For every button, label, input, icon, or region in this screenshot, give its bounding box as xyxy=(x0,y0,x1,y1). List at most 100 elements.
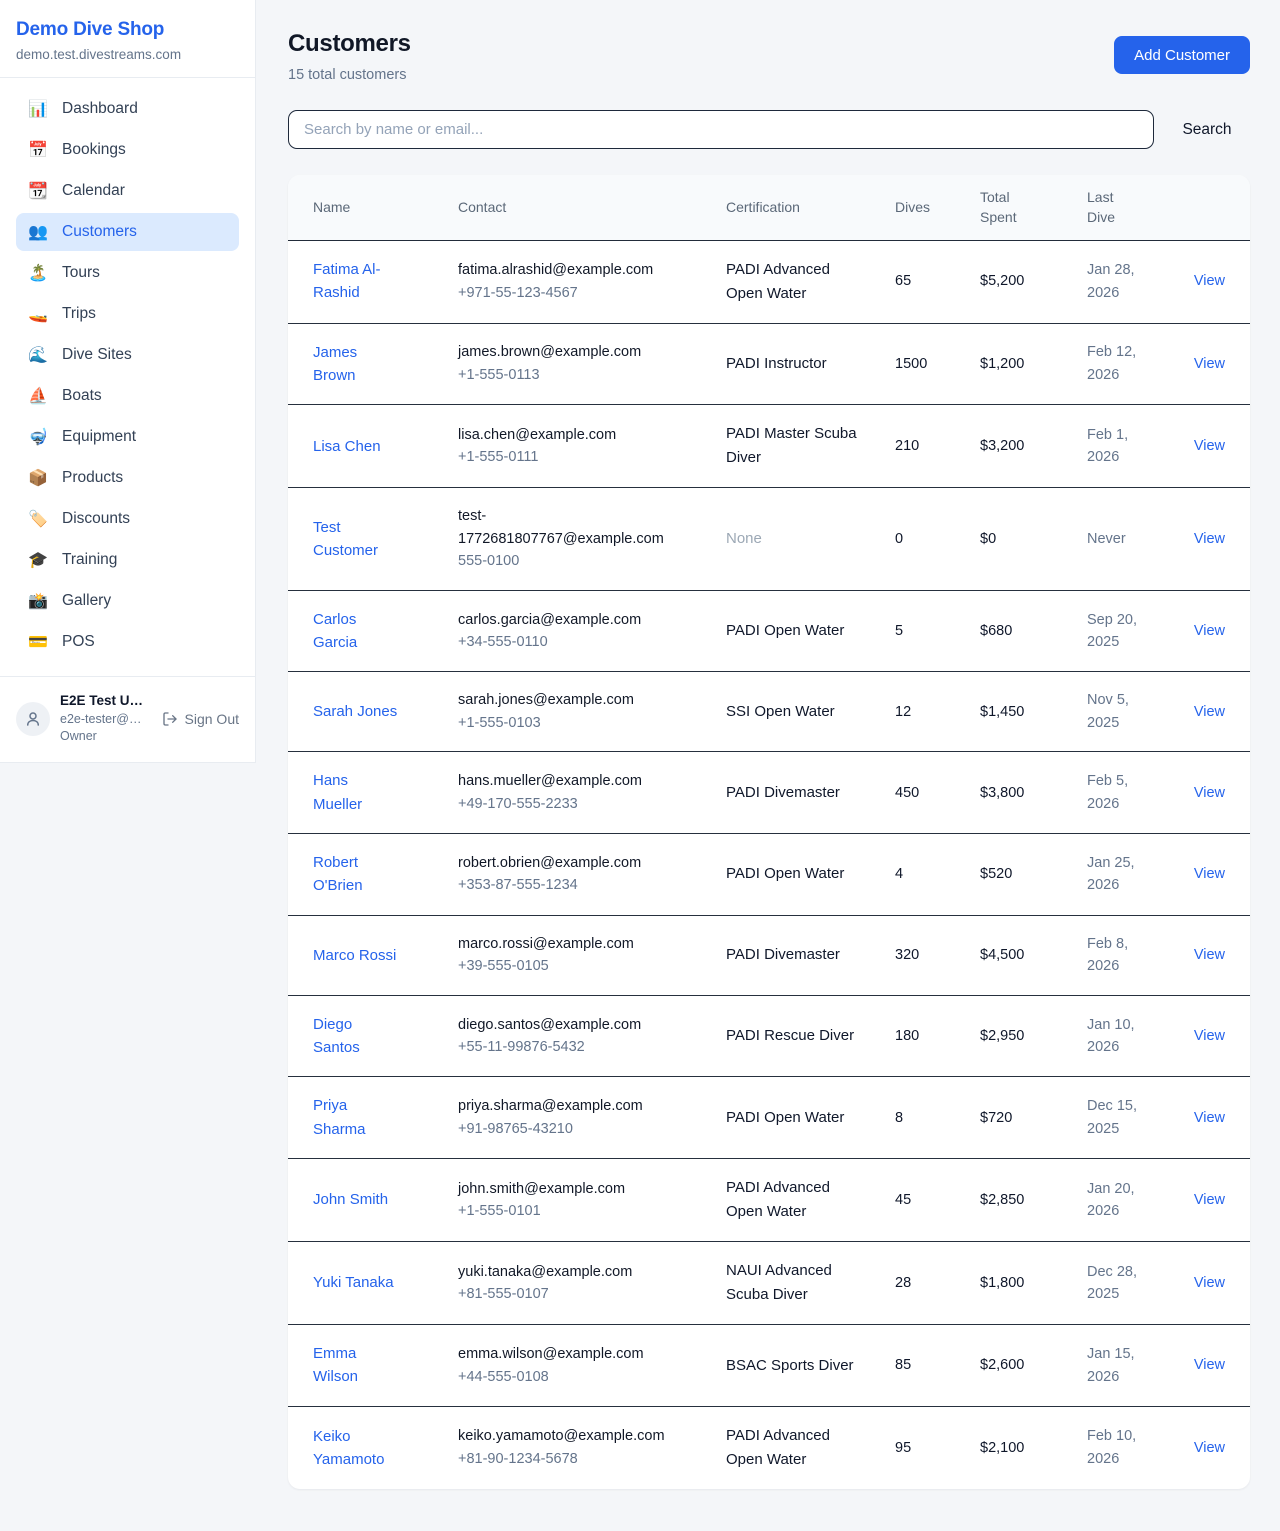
customer-name-link-diego-santos[interactable]: Diego Santos xyxy=(313,1013,401,1060)
nav-label: Products xyxy=(62,469,123,487)
view-link[interactable]: View xyxy=(1194,1275,1225,1291)
sidebar-item-calendar[interactable]: 📆 Calendar xyxy=(16,172,239,210)
customer-dives: 5 xyxy=(895,590,980,672)
user-role: Owner xyxy=(60,728,152,745)
nav-label: Boats xyxy=(62,387,102,405)
view-link[interactable]: View xyxy=(1194,531,1225,547)
nav-label: Training xyxy=(62,551,117,569)
nav-icon-trips: 🚤 xyxy=(28,304,48,324)
customer-name-link-hans-mueller[interactable]: Hans Mueller xyxy=(313,769,401,816)
view-link[interactable]: View xyxy=(1194,947,1225,963)
user-icon xyxy=(24,710,42,728)
customer-certification: PADI Open Water xyxy=(726,862,844,886)
customer-dives: 28 xyxy=(895,1242,980,1325)
customer-certification: PADI Advanced Open Water xyxy=(726,1176,857,1224)
customers-table-card: Name Contact Certification Dives Total S… xyxy=(288,175,1250,1489)
nav-label: Trips xyxy=(62,305,96,323)
customer-name-link-robert-o-brien[interactable]: Robert O'Brien xyxy=(313,851,401,898)
sidebar-item-customers[interactable]: 👥 Customers xyxy=(16,213,239,251)
customer-name-link-james-brown[interactable]: James Brown xyxy=(313,341,401,388)
customer-total-spent: $3,200 xyxy=(980,405,1087,488)
view-link[interactable]: View xyxy=(1194,704,1225,720)
search-input[interactable] xyxy=(288,110,1154,149)
table-row-carlos-garcia: Carlos Garcia carlos.garcia@example.com … xyxy=(288,590,1250,672)
nav-icon-discounts: 🏷️ xyxy=(28,509,48,529)
view-link[interactable]: View xyxy=(1194,1110,1225,1126)
customer-last-dive: Sep 20, 2025 xyxy=(1087,609,1141,654)
sidebar: Demo Dive Shop demo.test.divestreams.com… xyxy=(0,0,256,763)
nav-label: Gallery xyxy=(62,592,111,610)
customer-name-link-test-customer[interactable]: Test Customer xyxy=(313,516,401,563)
sidebar-item-trips[interactable]: 🚤 Trips xyxy=(16,295,239,333)
nav-label: Customers xyxy=(62,223,137,241)
table-row-keiko-yamamoto: Keiko Yamamoto keiko.yamamoto@example.co… xyxy=(288,1406,1250,1489)
sidebar-item-gallery[interactable]: 📸 Gallery xyxy=(16,582,239,620)
sign-out-button[interactable]: Sign Out xyxy=(162,711,239,727)
nav-label: Tours xyxy=(62,264,100,282)
customer-certification: PADI Divemaster xyxy=(726,781,840,805)
sidebar-item-tours[interactable]: 🏝️ Tours xyxy=(16,254,239,292)
customer-name-link-keiko-yamamoto[interactable]: Keiko Yamamoto xyxy=(313,1425,401,1472)
sidebar-item-boats[interactable]: ⛵ Boats xyxy=(16,377,239,415)
sidebar-item-products[interactable]: 📦 Products xyxy=(16,459,239,497)
view-link[interactable]: View xyxy=(1194,1028,1225,1044)
customer-name-link-john-smith[interactable]: John Smith xyxy=(313,1188,388,1211)
view-link[interactable]: View xyxy=(1194,1192,1225,1208)
customer-phone: +353-87-555-1234 xyxy=(458,874,686,896)
col-header-last-dive: Last Dive xyxy=(1087,175,1191,240)
view-link[interactable]: View xyxy=(1194,356,1225,372)
nav-icon-customers: 👥 xyxy=(28,222,48,242)
sidebar-item-discounts[interactable]: 🏷️ Discounts xyxy=(16,500,239,538)
customer-email: fatima.alrashid@example.com xyxy=(458,259,686,281)
col-header-actions xyxy=(1191,175,1250,240)
customer-name-link-sarah-jones[interactable]: Sarah Jones xyxy=(313,700,397,723)
sidebar-item-pos[interactable]: 💳 POS xyxy=(16,623,239,661)
customer-total-spent: $3,800 xyxy=(980,752,1087,834)
view-link[interactable]: View xyxy=(1194,785,1225,801)
sidebar-item-bookings[interactable]: 📅 Bookings xyxy=(16,131,239,169)
customer-dives: 210 xyxy=(895,405,980,488)
view-link[interactable]: View xyxy=(1194,438,1225,454)
col-header-contact: Contact xyxy=(458,175,726,240)
customer-total-spent: $2,600 xyxy=(980,1325,1087,1407)
customer-certification: None xyxy=(726,527,762,551)
customer-name-link-lisa-chen[interactable]: Lisa Chen xyxy=(313,435,381,458)
add-customer-button[interactable]: Add Customer xyxy=(1114,36,1250,74)
customer-last-dive: Nov 5, 2025 xyxy=(1087,689,1141,734)
customer-phone: +1-555-0101 xyxy=(458,1200,686,1222)
view-link[interactable]: View xyxy=(1194,1440,1225,1456)
customer-name-link-fatima-al-rashid[interactable]: Fatima Al-Rashid xyxy=(313,258,401,305)
nav-icon-products: 📦 xyxy=(28,468,48,488)
view-link[interactable]: View xyxy=(1194,623,1225,639)
table-row-john-smith: John Smith john.smith@example.com +1-555… xyxy=(288,1159,1250,1242)
customer-name-link-marco-rossi[interactable]: Marco Rossi xyxy=(313,944,396,967)
nav-label: POS xyxy=(62,633,95,651)
customer-email: carlos.garcia@example.com xyxy=(458,609,686,631)
sidebar-item-dashboard[interactable]: 📊 Dashboard xyxy=(16,90,239,128)
customer-dives: 0 xyxy=(895,488,980,590)
main-content: Customers 15 total customers Add Custome… xyxy=(256,0,1280,1531)
view-link[interactable]: View xyxy=(1194,866,1225,882)
view-link[interactable]: View xyxy=(1194,273,1225,289)
customer-name-link-emma-wilson[interactable]: Emma Wilson xyxy=(313,1342,401,1389)
customer-email: lisa.chen@example.com xyxy=(458,424,686,446)
customer-email: robert.obrien@example.com xyxy=(458,852,686,874)
nav-icon-training: 🎓 xyxy=(28,550,48,570)
nav-icon-dashboard: 📊 xyxy=(28,99,48,119)
customer-certification: PADI Rescue Diver xyxy=(726,1024,854,1048)
customer-phone: +34-555-0110 xyxy=(458,631,686,653)
customer-name-link-yuki-tanaka[interactable]: Yuki Tanaka xyxy=(313,1271,394,1294)
customer-name-link-carlos-garcia[interactable]: Carlos Garcia xyxy=(313,608,401,655)
customer-dives: 85 xyxy=(895,1325,980,1407)
customer-name-link-priya-sharma[interactable]: Priya Sharma xyxy=(313,1094,401,1141)
customer-email: james.brown@example.com xyxy=(458,341,686,363)
sidebar-item-dive-sites[interactable]: 🌊 Dive Sites xyxy=(16,336,239,374)
customer-last-dive: Jan 28, 2026 xyxy=(1087,259,1141,304)
user-email: e2e-tester@… xyxy=(60,711,152,728)
sidebar-item-training[interactable]: 🎓 Training xyxy=(16,541,239,579)
customer-total-spent: $1,800 xyxy=(980,1242,1087,1325)
view-link[interactable]: View xyxy=(1194,1357,1225,1373)
customer-phone: +1-555-0111 xyxy=(458,446,686,468)
sidebar-item-equipment[interactable]: 🤿 Equipment xyxy=(16,418,239,456)
search-button[interactable]: Search xyxy=(1164,121,1250,139)
